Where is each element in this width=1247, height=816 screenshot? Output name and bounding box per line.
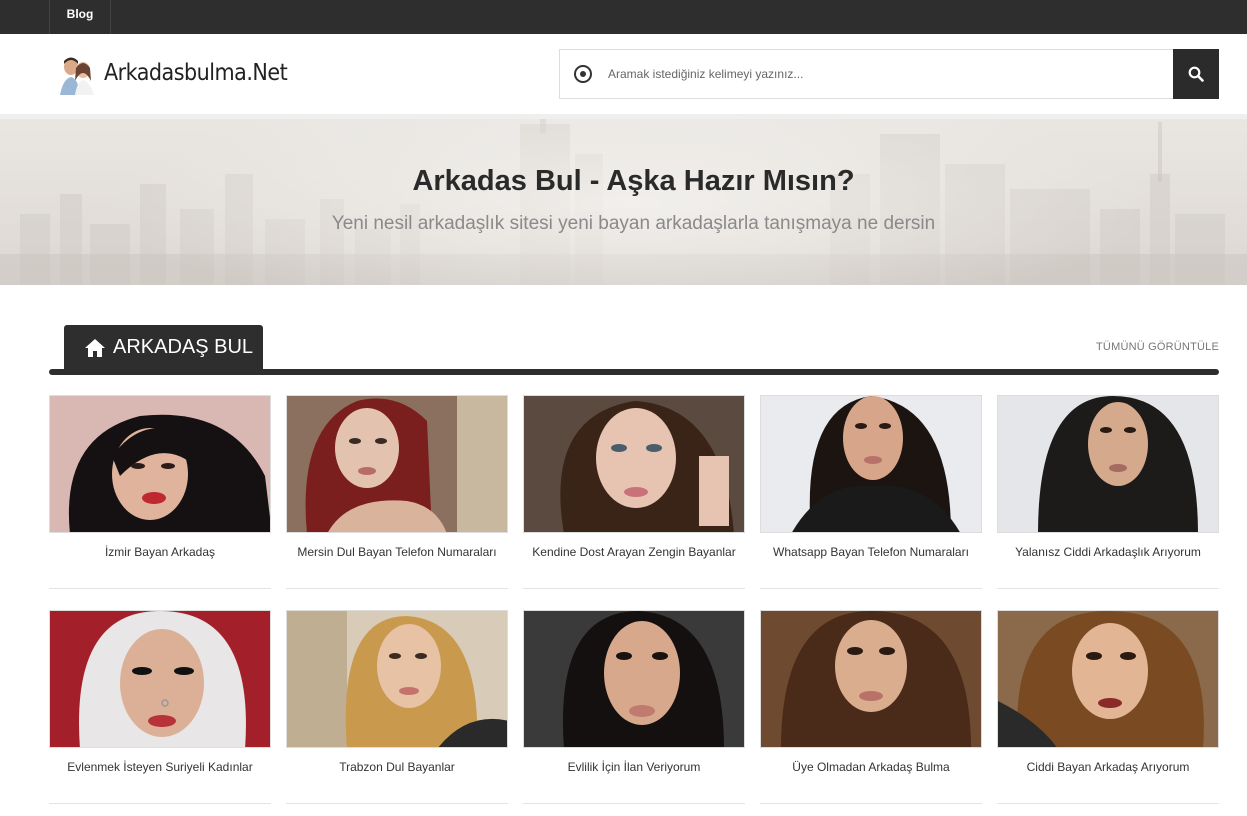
profile-photo[interactable] (49, 610, 271, 748)
profile-card[interactable]: İzmir Bayan Arkadaş (49, 395, 271, 589)
profile-card[interactable]: Yalanısz Ciddi Arkadaşlık Arıyorum (997, 395, 1219, 589)
profile-caption[interactable]: Kendine Dost Arayan Zengin Bayanlar (523, 545, 745, 559)
logo-couple-image[interactable] (57, 55, 97, 95)
profile-photo[interactable] (997, 395, 1219, 533)
profile-card[interactable]: Trabzon Dul Bayanlar (286, 610, 508, 804)
hero-subtitle: Yeni nesil arkadaşlık sitesi yeni bayan … (331, 213, 936, 234)
site-header: Arkadasbulma.Net (0, 34, 1247, 114)
hero-top-strip (0, 114, 1247, 119)
card-separator (997, 803, 1219, 804)
home-icon (85, 338, 105, 357)
card-separator (523, 588, 745, 589)
hero-banner: Arkadas Bul - Aşka Hazır Mısın? Yeni nes… (0, 114, 1247, 285)
search-input[interactable] (608, 64, 1148, 84)
profile-photo[interactable] (286, 395, 508, 533)
card-separator (760, 588, 982, 589)
profile-card[interactable]: Whatsapp Bayan Telefon Numaraları (760, 395, 982, 589)
search-button[interactable] (1173, 49, 1219, 99)
card-separator (997, 588, 1219, 589)
profile-caption[interactable]: Trabzon Dul Bayanlar (286, 760, 508, 774)
profile-caption[interactable]: Üye Olmadan Arkadaş Bulma (760, 760, 982, 774)
card-separator (286, 803, 508, 804)
profile-caption[interactable]: Yalanısz Ciddi Arkadaşlık Arıyorum (997, 545, 1219, 559)
search-icon (1188, 66, 1204, 82)
profile-photo[interactable] (286, 610, 508, 748)
top-navbar: Blog (0, 0, 1247, 34)
card-separator (523, 803, 745, 804)
profile-photo[interactable] (49, 395, 271, 533)
card-separator (286, 588, 508, 589)
card-separator (760, 803, 982, 804)
profile-card[interactable]: Evlilik İçin İlan Veriyorum (523, 610, 745, 804)
profile-photo[interactable] (523, 395, 745, 533)
profile-card[interactable]: Mersin Dul Bayan Telefon Numaraları (286, 395, 508, 589)
hero-title: Arkadas Bul - Aşka Hazır Mısın? (412, 165, 855, 197)
profile-caption[interactable]: Ciddi Bayan Arkadaş Arıyorum (997, 760, 1219, 774)
card-separator (49, 588, 271, 589)
profile-caption[interactable]: İzmir Bayan Arkadaş (49, 545, 271, 559)
profile-card[interactable]: Üye Olmadan Arkadaş Bulma (760, 610, 982, 804)
profile-card[interactable]: Kendine Dost Arayan Zengin Bayanlar (523, 395, 745, 589)
profile-caption[interactable]: Evlenmek İsteyen Suriyeli Kadınlar (49, 760, 271, 774)
logo-text[interactable]: Arkadasbulma.Net (104, 60, 288, 86)
card-separator (49, 803, 271, 804)
profile-photo[interactable] (760, 395, 982, 533)
view-all-link[interactable]: TÜMÜNÜ GÖRÜNTÜLE (1080, 341, 1219, 353)
profile-photo[interactable] (523, 610, 745, 748)
profile-caption[interactable]: Whatsapp Bayan Telefon Numaraları (760, 545, 982, 559)
radio-icon[interactable] (574, 65, 592, 83)
profile-caption[interactable]: Mersin Dul Bayan Telefon Numaraları (286, 545, 508, 559)
profile-card[interactable]: Evlenmek İsteyen Suriyeli Kadınlar (49, 610, 271, 804)
hero-overlay (0, 114, 1247, 285)
profile-card[interactable]: Ciddi Bayan Arkadaş Arıyorum (997, 610, 1219, 804)
profile-caption[interactable]: Evlilik İçin İlan Veriyorum (523, 760, 745, 774)
profile-photo[interactable] (760, 610, 982, 748)
section-title: ARKADAŞ BUL (113, 336, 254, 358)
profile-photo[interactable] (997, 610, 1219, 748)
nav-link-blog[interactable]: Blog (49, 0, 111, 34)
section-tab-arkadas-bul: ARKADAŞ BUL (64, 325, 263, 370)
section-divider (49, 369, 1219, 375)
search-bar (559, 49, 1174, 99)
